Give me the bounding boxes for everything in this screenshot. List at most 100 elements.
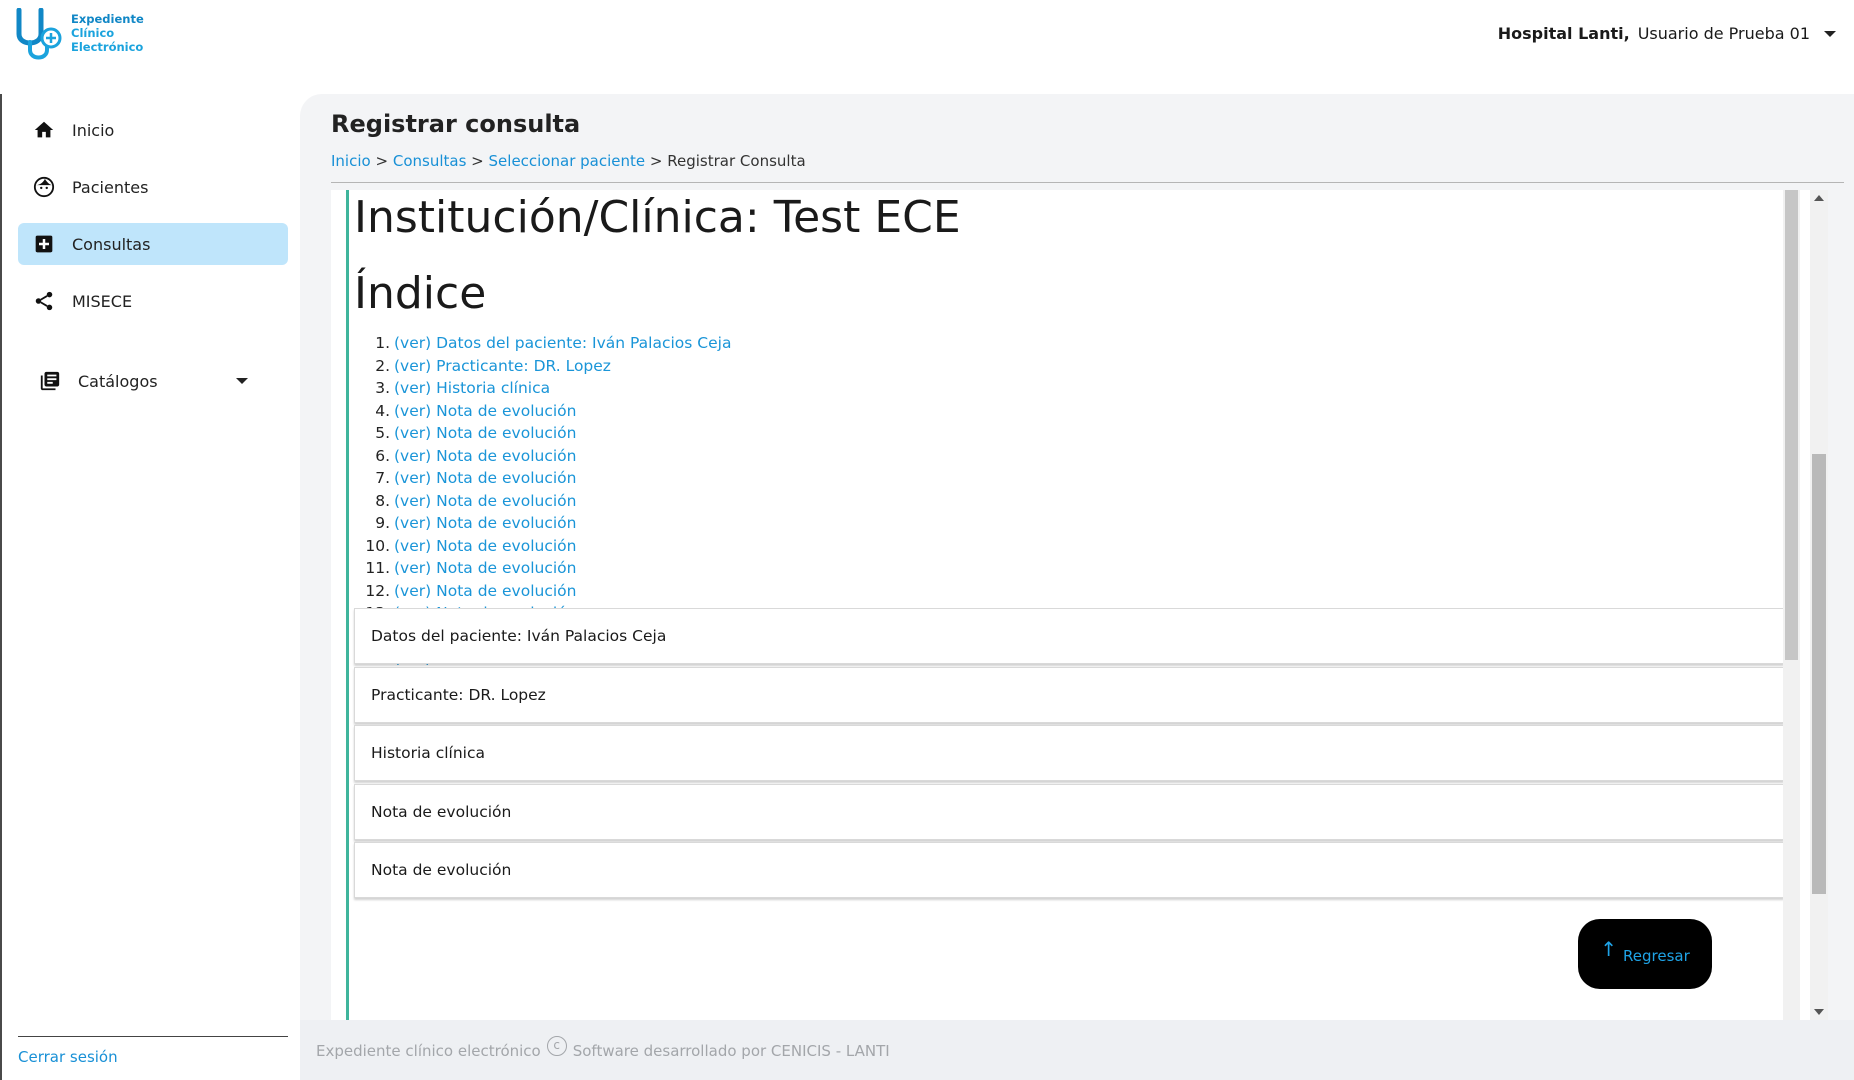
section-card[interactable]: Datos del paciente: Iván Palacios Ceja	[354, 608, 1784, 664]
logout-link[interactable]: Cerrar sesión	[18, 1048, 118, 1066]
index-link[interactable]: (ver) Nota de evolución	[394, 512, 576, 535]
back-button[interactable]: ↑ Regresar	[1578, 919, 1712, 989]
index-number: 12.	[365, 581, 390, 600]
index-number: 3.	[375, 379, 390, 397]
index-ver-label: (ver)	[394, 559, 432, 577]
user-menu[interactable]: Hospital Lanti, Usuario de Prueba 01	[1498, 24, 1836, 43]
section-card[interactable]: Practicante: DR. Lopez	[354, 667, 1784, 723]
index-link[interactable]: (ver) Nota de evolución	[394, 557, 576, 580]
scroll-up-arrow-icon[interactable]	[1814, 195, 1824, 201]
index-number: 2.	[375, 356, 390, 375]
index-number: 9.	[375, 514, 390, 532]
index-link[interactable]: (ver) Practicante: DR. Lopez	[394, 355, 611, 378]
index-link-text: Datos del paciente: Iván Palacios Ceja	[436, 334, 732, 352]
breadcrumb-seleccionar-paciente[interactable]: Seleccionar paciente	[489, 152, 646, 170]
index-link[interactable]: (ver) Nota de evolución	[394, 580, 576, 603]
sidebar-item-misece[interactable]: MISECE	[18, 280, 288, 322]
index-link[interactable]: (ver) Datos del paciente: Iván Palacios …	[394, 332, 731, 355]
index-item: 8. (ver) Nota de evolución	[354, 490, 1054, 513]
index-link[interactable]: (ver) Nota de evolución	[394, 467, 576, 490]
index-link[interactable]: (ver) Historia clínica	[394, 377, 550, 400]
index-item: 6. (ver) Nota de evolución	[354, 445, 1054, 468]
sidebar-item-catalogos[interactable]: Catálogos	[18, 360, 288, 402]
index-ver-label: (ver)	[394, 379, 432, 397]
sidebar-item-label: Consultas	[72, 234, 151, 254]
index-link-text: Nota de evolución	[436, 581, 577, 600]
logo-line-1: Expediente	[71, 12, 144, 26]
index-item: 2. (ver) Practicante: DR. Lopez	[354, 355, 1054, 378]
scroll-down-arrow-icon[interactable]	[1814, 1009, 1824, 1015]
page-scrollbar[interactable]	[1810, 190, 1828, 1020]
breadcrumb-current: Registrar Consulta	[667, 152, 806, 170]
index-heading: Índice	[354, 268, 487, 319]
sidebar-item-label: Pacientes	[72, 177, 149, 197]
copyright-icon: c	[546, 1036, 567, 1056]
sidebar-item-consultas[interactable]: Consultas	[18, 223, 288, 265]
consultation-document[interactable]: Institución/Clínica: Test ECE Índice 1.(…	[331, 190, 1822, 1020]
caret-down-icon[interactable]	[1824, 30, 1836, 37]
footer: Expediente clínico electrónico c Softwar…	[300, 1020, 1854, 1080]
index-link-text: Nota de evolución	[436, 469, 577, 487]
index-item: 4. (ver) Nota de evolución	[354, 400, 1054, 423]
index-item: 7. (ver) Nota de evolución	[354, 467, 1054, 490]
sidebar: Inicio Pacientes Consultas MISECE Catálo…	[0, 94, 300, 1080]
index-link-text: Nota de evolución	[436, 559, 577, 577]
scrollbar-thumb[interactable]	[1785, 190, 1798, 660]
index-number: 6.	[375, 446, 390, 465]
sidebar-item-label: Inicio	[72, 120, 115, 140]
index-link-text: Nota de evolución	[436, 446, 577, 465]
section-card[interactable]: Historia clínica	[354, 725, 1784, 781]
main-content: Registrar consulta Inicio > Consultas > …	[300, 94, 1854, 1020]
stethoscope-logo-icon	[15, 7, 65, 62]
caret-down-icon[interactable]	[236, 378, 248, 384]
section-card[interactable]: Nota de evolución	[354, 842, 1784, 898]
index-ver-label: (ver)	[394, 491, 432, 510]
footer-app-name: Expediente clínico electrónico	[316, 1042, 541, 1060]
index-ver-label: (ver)	[394, 401, 432, 420]
sidebar-item-inicio[interactable]: Inicio	[18, 109, 288, 151]
breadcrumb-separator: >	[649, 152, 663, 170]
sidebar-item-label: MISECE	[72, 291, 133, 311]
index-link[interactable]: (ver) Nota de evolución	[394, 535, 576, 558]
index-link[interactable]: (ver) Nota de evolución	[394, 400, 576, 423]
index-item: 3. (ver) Historia clínica	[354, 377, 1054, 400]
index-item: 11. (ver) Nota de evolución	[354, 557, 1054, 580]
scrollbar-thumb[interactable]	[1812, 454, 1826, 894]
breadcrumb-consultas[interactable]: Consultas	[393, 152, 467, 170]
divider	[18, 1036, 288, 1037]
document-accent-bar	[346, 190, 349, 1020]
index-number: 7.	[375, 469, 390, 487]
index-number: 1.	[375, 334, 390, 352]
index-item: 12. (ver) Nota de evolución	[354, 580, 1054, 603]
logo-line-2: Clínico	[71, 26, 115, 40]
sidebar-item-pacientes[interactable]: Pacientes	[18, 166, 288, 208]
app-root: Expediente Clínico Electrónico Hospital …	[0, 0, 1854, 1080]
index-link-text: Nota de evolución	[436, 401, 577, 420]
footer-credits: Software desarrollado por CENICIS - LANT…	[572, 1042, 890, 1060]
index-ver-label: (ver)	[394, 469, 432, 487]
index-link[interactable]: (ver) Nota de evolución	[394, 445, 576, 468]
breadcrumb-separator: >	[375, 152, 389, 170]
breadcrumb-inicio[interactable]: Inicio	[331, 152, 371, 170]
share-icon	[32, 289, 56, 313]
divider	[331, 182, 1844, 183]
user-name: Usuario de Prueba 01	[1637, 24, 1810, 43]
index-link[interactable]: (ver) Nota de evolución	[394, 490, 576, 513]
index-link-text: Nota de evolución	[436, 491, 577, 510]
document-title: Institución/Clínica: Test ECE	[354, 192, 961, 243]
app-logo[interactable]: Expediente Clínico Electrónico	[15, 7, 155, 62]
index-link[interactable]: (ver) Nota de evolución	[394, 422, 576, 445]
index-ver-label: (ver)	[394, 424, 432, 442]
index-item: 5. (ver) Nota de evolución	[354, 422, 1054, 445]
index-link-text: Nota de evolución	[436, 536, 577, 555]
index-number: 4.	[375, 401, 390, 420]
arrow-up-icon: ↑	[1600, 937, 1617, 961]
back-button-label: Regresar	[1623, 947, 1690, 965]
index-ver-label: (ver)	[394, 334, 432, 352]
index-ver-label: (ver)	[394, 514, 432, 532]
index-number: 11.	[365, 559, 390, 577]
document-scrollbar[interactable]	[1783, 190, 1800, 1020]
section-card[interactable]: Nota de evolución	[354, 784, 1784, 840]
medical-plus-icon	[32, 232, 56, 256]
home-icon	[32, 118, 56, 142]
